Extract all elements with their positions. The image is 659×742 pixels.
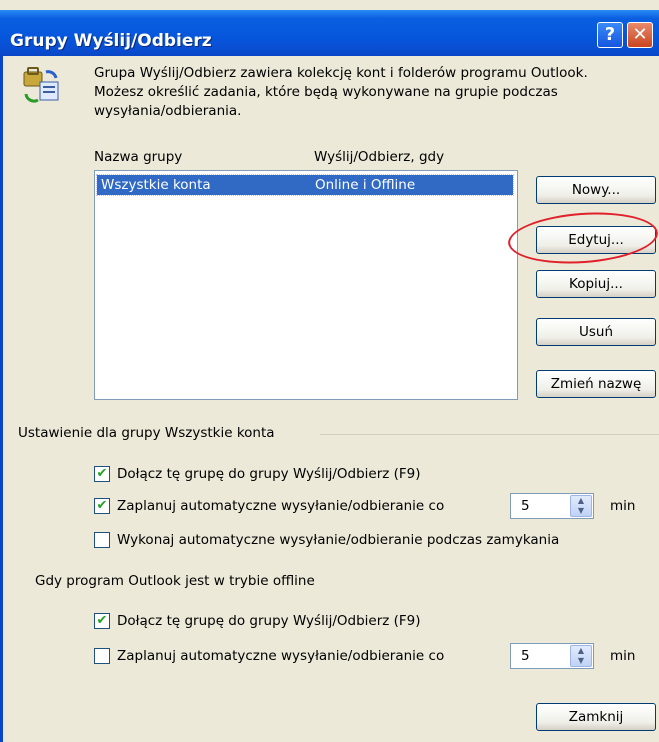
column-header-send-receive-when[interactable]: Wyślij/Odbierz, gdy [314,149,444,165]
online-include-checkbox[interactable]: ✔ [94,466,110,482]
delete-button[interactable]: Usuń [536,318,656,346]
online-on-exit-checkbox[interactable] [94,532,110,548]
offline-include-checkbox[interactable]: ✔ [94,613,110,629]
help-button[interactable]: ? [597,22,623,48]
online-interval-spinner[interactable]: 5 ▲ ▼ [510,493,594,519]
online-include-label[interactable]: Dołącz tę grupę do grupy Wyślij/Odbierz … [117,466,421,482]
group-divider [320,434,659,435]
intro-line: Możesz określić zadania, które będą wyko… [94,84,558,100]
rename-button[interactable]: Zmień nazwę [536,370,656,398]
online-schedule-checkbox[interactable]: ✔ [94,498,110,514]
group-when-cell: Online i Offline [315,177,416,193]
window-title: Grupy Wyślij/Odbierz [10,31,212,51]
offline-include-label[interactable]: Dołącz tę grupę do grupy Wyślij/Odbierz … [117,613,421,629]
close-window-button[interactable]: ✕ [627,22,653,48]
offline-schedule-checkbox[interactable] [94,648,110,664]
online-on-exit-label[interactable]: Wykonaj automatyczne wysyłanie/odbierani… [117,532,559,548]
group-name-cell: Wszystkie konta [101,177,211,193]
online-interval-value[interactable]: 5 [521,498,530,514]
intro-text: Grupa Wyślij/Odbierz zawiera kolekcję ko… [94,64,654,121]
new-button[interactable]: Nowy... [536,176,656,204]
highlight-ellipse [506,207,659,269]
offline-schedule-label[interactable]: Zaplanuj automatyczne wysyłanie/odbieran… [117,648,444,664]
send-receive-icon [22,66,62,106]
close-button[interactable]: Zamknij [536,703,656,731]
intro-line: wysyłania/odbierania. [94,103,242,119]
spinner-arrows-icon[interactable]: ▲ ▼ [570,645,592,667]
intro-line: Grupa Wyślij/Odbierz zawiera kolekcję ko… [94,65,588,81]
online-interval-unit: min [610,498,636,514]
spinner-arrows-icon[interactable]: ▲ ▼ [570,495,592,517]
column-header-group-name[interactable]: Nazwa grupy [94,149,182,165]
copy-button[interactable]: Kopiuj... [536,270,656,298]
settings-group-title: Ustawienie dla grupy Wszystkie konta [18,425,275,441]
title-bar[interactable]: Grupy Wyślij/Odbierz ? ✕ [0,10,659,56]
window-border [0,56,3,742]
online-schedule-label[interactable]: Zaplanuj automatyczne wysyłanie/odbieran… [117,498,444,514]
offline-interval-unit: min [610,648,636,664]
offline-interval-spinner[interactable]: 5 ▲ ▼ [510,643,594,669]
list-item[interactable]: Wszystkie konta Online i Offline [96,174,514,196]
offline-section-title: Gdy program Outlook jest w trybie offlin… [35,573,315,589]
offline-interval-value[interactable]: 5 [521,648,530,664]
send-receive-groups-dialog: Grupy Wyślij/Odbierz ? ✕ Grupa Wyślij/Od… [0,0,659,742]
groups-list[interactable]: Wszystkie konta Online i Offline [94,170,518,400]
